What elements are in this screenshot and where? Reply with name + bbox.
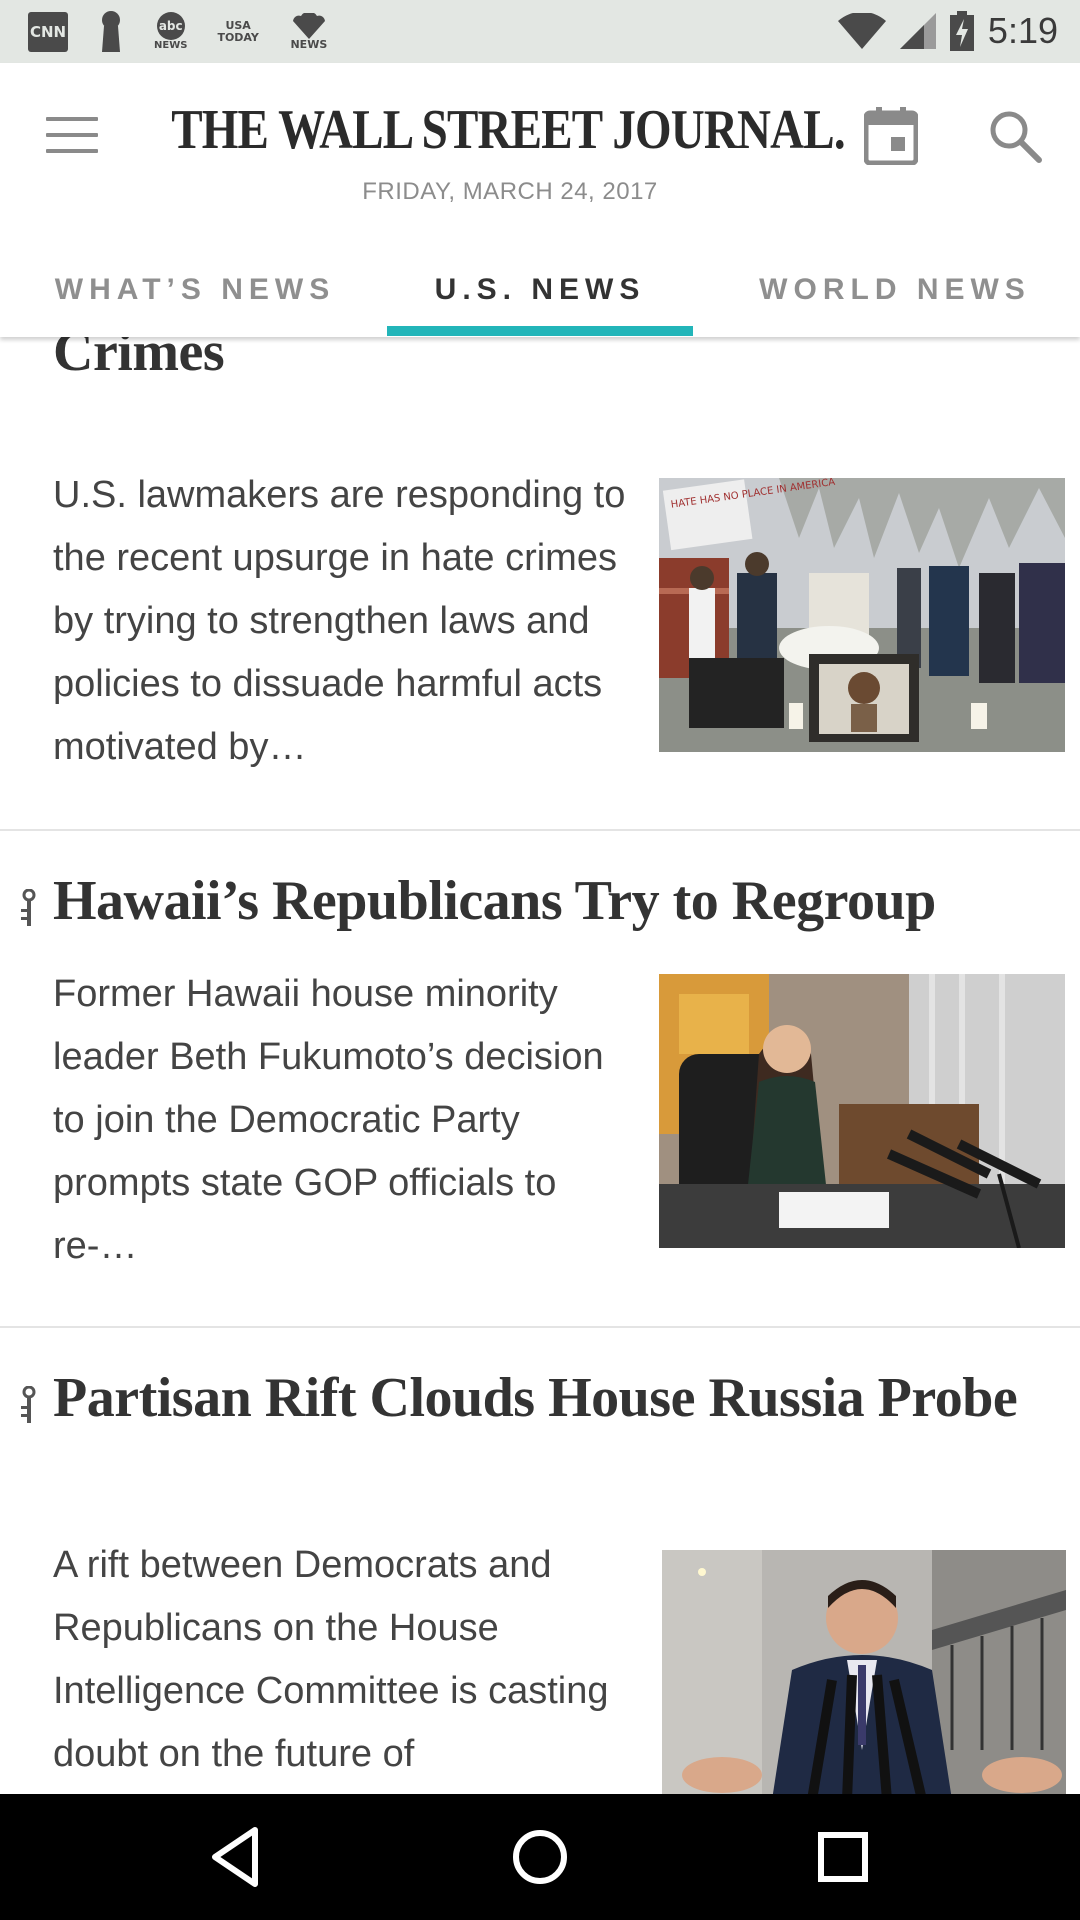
battery-charging-icon [949,11,974,51]
article-summary[interactable]: A rift between Democrats and Republicans… [53,1534,643,1786]
calendar-icon[interactable] [864,107,918,165]
article-thumbnail[interactable] [662,1550,1066,1794]
signal-icon [899,13,936,49]
vigil-photo: HATE HAS NO PLACE IN AMERICA [659,478,1065,752]
home-icon[interactable] [507,1824,573,1890]
article-divider [0,829,1080,831]
tab-us-news[interactable]: U.S. NEWS [387,243,693,337]
app-header: THE WALL STREET JOURNAL. FRIDAY, MARCH 2… [0,63,1080,337]
cnn-icon: CNN [28,12,68,52]
menu-icon[interactable] [46,117,98,157]
article-divider [0,1326,1080,1328]
system-indicators: 5:19 [837,8,1058,54]
section-tabs: WHAT’S NEWS U.S. NEWS WORLD NEWS [0,243,1080,337]
subscriber-key-icon [21,889,36,926]
recent-apps-icon[interactable] [810,1824,876,1890]
article-headline[interactable]: Partisan Rift Clouds House Russia Probe [53,1363,1033,1433]
subscriber-key-icon [21,1386,36,1423]
article-thumbnail[interactable] [659,974,1065,1248]
tab-world-news[interactable]: WORLD NEWS [720,243,1070,337]
article-headline[interactable]: Hawaii’s Republicans Try to Regroup [53,866,1043,936]
clock: 5:19 [987,10,1058,51]
search-icon[interactable] [988,109,1042,163]
nbc-news-icon: NEWS [289,13,329,51]
press-conference-photo [659,974,1065,1248]
masthead-logo: THE WALL STREET JOURNAL. [171,99,845,161]
status-bar: CNN abc NEWS USA TODAY NEWS 5:19 [0,0,1080,63]
article-list[interactable]: Crimes U.S. lawmakers are responding to … [0,337,1080,1794]
article-summary[interactable]: Former Hawaii house minority leader Beth… [53,963,643,1278]
congressman-photo [662,1550,1066,1794]
article-thumbnail[interactable]: HATE HAS NO PLACE IN AMERICA [659,478,1065,752]
wifi-icon [837,13,886,49]
active-tab-indicator [387,326,693,336]
abc-news-icon: abc NEWS [154,12,187,52]
back-icon[interactable] [203,1824,269,1890]
usa-today-icon: USA TODAY [217,19,259,44]
edition-date: FRIDAY, MARCH 24, 2017 [362,178,658,205]
tab-whats-news[interactable]: WHAT’S NEWS [20,243,370,337]
notification-icons: CNN abc NEWS USA TODAY NEWS [28,10,329,54]
article-headline[interactable]: Crimes [53,337,953,387]
pin-icon [98,10,124,54]
article-summary[interactable]: U.S. lawmakers are responding to the rec… [53,464,643,779]
system-navigation-bar [0,1794,1080,1920]
